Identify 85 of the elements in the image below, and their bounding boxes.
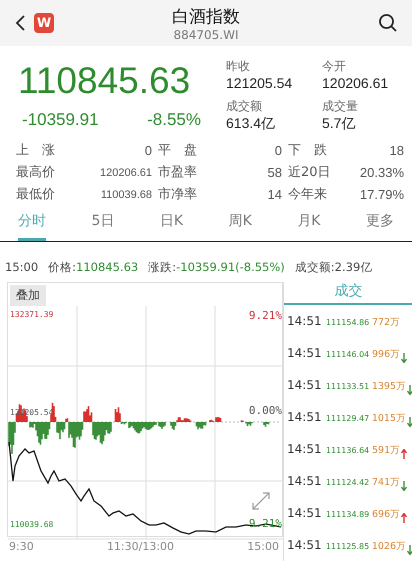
index-code: 884705.WI [173, 28, 239, 42]
chart-tab[interactable]: 分时 [18, 208, 46, 241]
field-label: 成交额 [226, 98, 263, 115]
info-time: 15:00 [5, 260, 38, 276]
field-value: 5.7亿 [322, 115, 356, 133]
trade-price: 111124.42 [326, 478, 370, 487]
trade-time: 14:51 [287, 378, 323, 392]
trade-price: 111125.85 [326, 542, 370, 551]
trade-volume: 741万 [372, 476, 400, 489]
trade-volume: 1395万 [372, 380, 406, 393]
stat-label: 市盈率 [158, 164, 198, 182]
trade-price: 111146.04 [326, 350, 370, 359]
stat-label: 今年来 [288, 186, 328, 204]
stat-label: 上 涨 [16, 142, 56, 160]
trade-volume: 772万 [372, 316, 400, 329]
trade-price: 111129.47 [326, 414, 370, 423]
field-label: 昨收 [226, 58, 251, 75]
field-label: 今开 [322, 58, 347, 75]
stat-value: 20.33% [358, 164, 404, 182]
stat-label: 平 盘 [158, 142, 198, 160]
back-icon[interactable] [14, 14, 26, 32]
field-value: 120206.61 [322, 75, 390, 91]
trade-price: 111134.89 [326, 510, 370, 519]
trade-volume: 996万 [372, 348, 400, 361]
stat-value: 58 [266, 164, 282, 182]
down-arrow-icon [401, 352, 408, 362]
mid-percent-label: 0.00% [248, 404, 282, 417]
trade-time: 14:51 [287, 442, 323, 456]
index-title: 白酒指数 [172, 6, 240, 28]
up-arrow-icon [401, 512, 408, 522]
trade-price: 111154.86 [326, 318, 370, 327]
down-arrow-icon [407, 544, 412, 554]
overlay-button[interactable]: 叠加 [10, 285, 46, 306]
stat-label: 最低价 [16, 186, 56, 204]
down-arrow-icon [407, 416, 412, 426]
field-value: 613.4亿 [226, 115, 276, 133]
stat-value: 14 [266, 186, 282, 204]
price-change: -10359.91 [22, 110, 99, 130]
chart-tab[interactable]: 日K [160, 208, 184, 241]
trade-time: 14:51 [287, 314, 323, 328]
trade-time: 14:51 [287, 410, 323, 424]
up-arrow-icon [401, 448, 408, 458]
down-arrow-icon [401, 480, 408, 490]
field-label: 成交量 [322, 98, 359, 115]
trade-volume: 1026万 [372, 540, 406, 553]
trade-time: 14:51 [287, 474, 323, 488]
field-value: 121205.54 [226, 75, 294, 91]
max-price-label: 132371.39 [10, 310, 54, 319]
stat-value: 18 [388, 142, 404, 160]
stat-value: 0 [144, 142, 152, 160]
chart-tab[interactable]: 月K [297, 208, 320, 241]
trade-time: 14:51 [287, 346, 323, 360]
trade-price: 111133.51 [326, 382, 370, 391]
info-price: 价格:110845.63 [48, 260, 138, 276]
trade-volume: 1015万 [372, 412, 406, 425]
trade-time: 14:51 [287, 538, 323, 552]
stat-label: 下 跌 [288, 142, 328, 160]
chart-tab[interactable]: 周K [228, 208, 252, 241]
trades-tab[interactable]: 成交 [284, 282, 412, 305]
percent-change: -8.55% [147, 110, 201, 130]
info-amount: 成交额:2.39亿 [294, 260, 372, 276]
app-logo: W [34, 13, 54, 33]
chart-tab[interactable]: 5日 [92, 208, 114, 241]
trade-volume: 591万 [372, 444, 400, 457]
stat-value: 0 [274, 142, 282, 160]
time-axis-label: 9:30 [9, 540, 34, 553]
stat-value: 17.79% [358, 186, 404, 204]
stat-label: 市净率 [158, 186, 198, 204]
chart-tab[interactable]: 更多 [366, 208, 394, 241]
expand-icon[interactable] [252, 492, 270, 510]
stat-label: 最高价 [16, 164, 56, 182]
stat-label: 近20日 [288, 164, 332, 182]
current-price: 110845.63 [18, 59, 192, 103]
trade-volume: 696万 [372, 508, 400, 521]
trade-time: 14:51 [287, 506, 323, 520]
stat-value: 120206.61 [99, 166, 152, 181]
time-axis-label: 15:00 [247, 540, 279, 553]
search-icon[interactable] [378, 13, 398, 33]
down-arrow-icon [407, 384, 412, 394]
max-percent-label: 9.21% [248, 309, 282, 322]
info-change: 涨跌:-10359.91(-8.55%) [148, 260, 285, 276]
min-price-label: 110039.68 [10, 520, 54, 529]
stat-value: 110039.68 [100, 188, 152, 203]
time-axis-label: 11:30/13:00 [106, 540, 174, 553]
trade-price: 111136.64 [326, 446, 370, 455]
